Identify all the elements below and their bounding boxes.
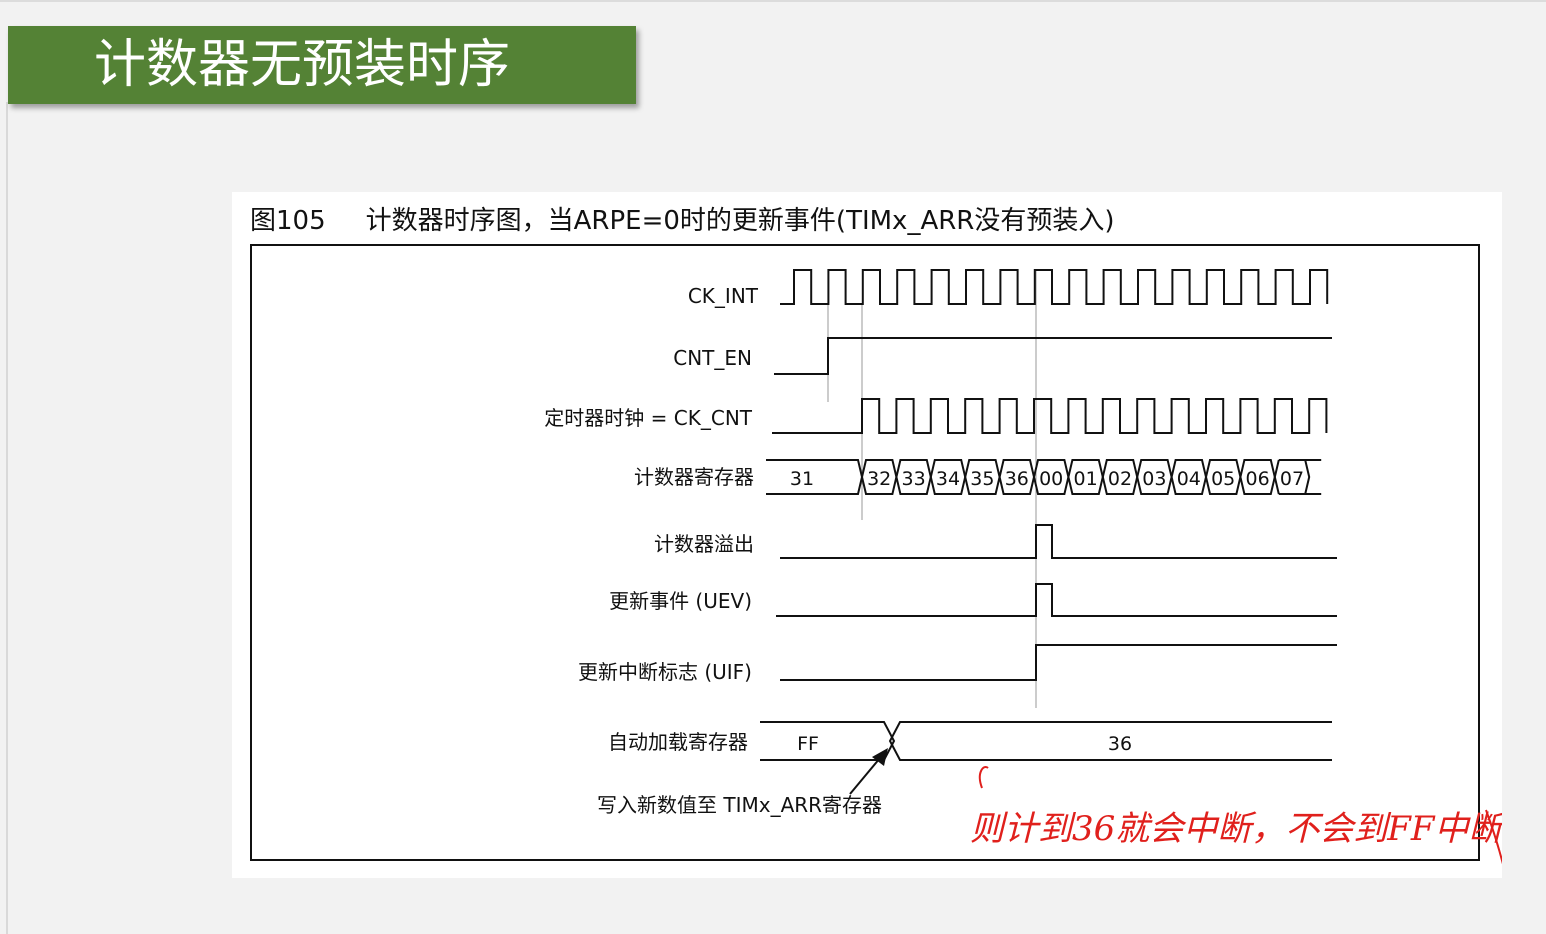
write-arrow-line bbox=[849, 757, 881, 795]
auto-reload-value-new: 36 bbox=[1108, 733, 1132, 755]
counter-value: 03 bbox=[1142, 468, 1166, 490]
label-ck-cnt: 定时器时钟 = CK_CNT bbox=[544, 406, 752, 430]
counter-value: 01 bbox=[1074, 468, 1098, 490]
counter-value: 00 bbox=[1039, 468, 1063, 490]
label-auto-reload-register: 自动加载寄存器 bbox=[608, 730, 748, 754]
update-interrupt-flag-waveform bbox=[780, 644, 1337, 681]
label-counter-register: 计数器寄存器 bbox=[634, 465, 754, 489]
slide-title-bar: 计数器无预装时序 bbox=[8, 26, 636, 104]
auto-reload-segment-ff bbox=[760, 721, 896, 761]
counter-register-values: 31 32 33 34 35 36 00 01 02 03 04 05 06 07 bbox=[790, 468, 1304, 490]
counter-value: 04 bbox=[1177, 468, 1201, 490]
slide-title: 计数器无预装时序 bbox=[94, 35, 511, 95]
counter-value: 35 bbox=[970, 468, 994, 490]
counter-value: 33 bbox=[902, 468, 926, 490]
figure-panel: 图105 计数器时序图，当ARPE=0时的更新事件(TIMx_ARR没有预装入) … bbox=[232, 192, 1502, 878]
label-counter-overflow: 计数器溢出 bbox=[654, 532, 754, 556]
handwritten-pointer bbox=[978, 766, 989, 789]
counter-value: 32 bbox=[867, 468, 891, 490]
counter-value: 36 bbox=[1005, 468, 1029, 490]
timing-diagram: CK_INT CNT_EN 定时器时钟 = CK_CNT 计数器寄存器 计数器溢… bbox=[544, 269, 1502, 865]
update-event-waveform bbox=[776, 583, 1337, 617]
ck-cnt-waveform bbox=[772, 398, 1328, 434]
counter-value: 02 bbox=[1108, 468, 1132, 490]
counter-value: 34 bbox=[936, 468, 960, 490]
counter-value: 31 bbox=[790, 468, 814, 490]
slide-top-edge bbox=[0, 0, 1546, 2]
auto-reload-bus bbox=[760, 721, 1332, 761]
handwritten-note: 则计到36就会中断，不会到FF中断后才更新 bbox=[970, 809, 1502, 849]
label-cnt-en: CNT_EN bbox=[673, 346, 752, 370]
counter-overflow-waveform bbox=[780, 524, 1337, 559]
write-arrow bbox=[849, 748, 888, 795]
handwritten-annotation: 则计到36就会中断，不会到FF中断后才更新 bbox=[970, 766, 1502, 865]
label-ck-int: CK_INT bbox=[688, 284, 759, 308]
cnt-en-waveform bbox=[774, 337, 1332, 375]
auto-reload-value-old: FF bbox=[797, 733, 819, 755]
write-annotation: 写入新数值至 TIMx_ARR寄存器 bbox=[597, 793, 882, 817]
label-update-event: 更新事件 (UEV) bbox=[609, 589, 752, 613]
slide-left-edge bbox=[6, 102, 8, 934]
ck-int-waveform bbox=[780, 269, 1329, 305]
label-update-interrupt-flag: 更新中断标志 (UIF) bbox=[578, 660, 752, 684]
counter-value: 05 bbox=[1211, 468, 1235, 490]
counter-value: 06 bbox=[1246, 468, 1270, 490]
counter-value: 07 bbox=[1280, 468, 1304, 490]
